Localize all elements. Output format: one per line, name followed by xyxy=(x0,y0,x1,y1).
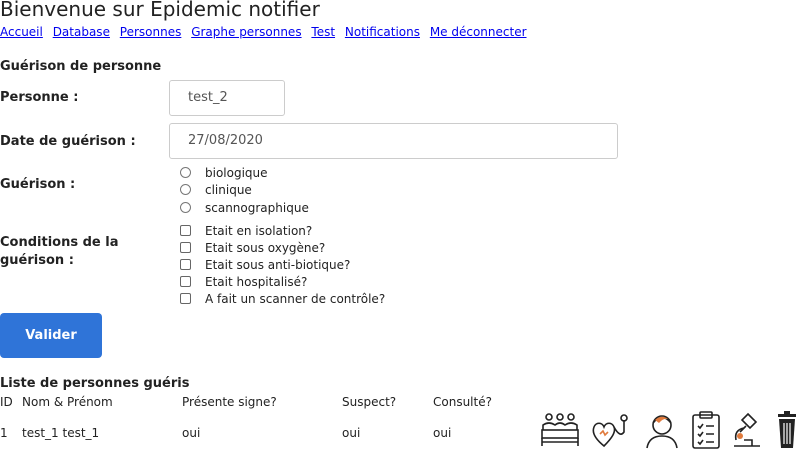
checkbox[interactable] xyxy=(180,293,191,304)
radio-button[interactable] xyxy=(180,167,191,178)
checkbox-option-hospitalise[interactable]: Etait hospitalisé? xyxy=(179,274,307,291)
personne-label: Personne : xyxy=(0,90,79,105)
radio-option-scannographique[interactable]: scannographique xyxy=(179,200,309,217)
conditions-label-line2: guérison : xyxy=(0,253,74,268)
cell-id: 1 xyxy=(0,426,8,440)
submit-button[interactable]: Valider xyxy=(0,313,102,358)
conditions-label-line1: Conditions de la xyxy=(0,235,119,250)
nav-link-database[interactable]: Database xyxy=(53,25,110,39)
hospital-beds-icon[interactable] xyxy=(539,410,581,450)
nav-link-accueil[interactable]: Accueil xyxy=(0,25,43,39)
radio-label: clinique xyxy=(205,183,252,197)
list-title: Liste de personnes guéris xyxy=(0,376,190,391)
clipboard-checklist-icon[interactable] xyxy=(690,410,722,450)
radio-option-clinique[interactable]: clinique xyxy=(179,182,252,199)
microscope-icon[interactable] xyxy=(730,410,766,450)
radio-button[interactable] xyxy=(180,184,191,195)
nav-link-personnes[interactable]: Personnes xyxy=(120,25,182,39)
date-label: Date de guérison : xyxy=(0,134,136,149)
nav-link-graphe-personnes[interactable]: Graphe personnes xyxy=(191,25,301,39)
checkbox-option-antibiotique[interactable]: Etait sous anti-biotique? xyxy=(179,257,350,274)
column-header-id: ID xyxy=(0,395,13,409)
nav-link-notifications[interactable]: Notifications xyxy=(345,25,420,39)
column-header-suspect: Suspect? xyxy=(342,395,397,409)
checkbox-option-scanner[interactable]: A fait un scanner de contrôle? xyxy=(179,291,385,308)
checkbox[interactable] xyxy=(180,276,191,287)
personne-field[interactable]: test_2 test_2 xyxy=(169,80,285,139)
nav-bar: Accueil Database Personnes Graphe person… xyxy=(0,25,533,39)
guerison-label: Guérison : xyxy=(0,177,76,192)
cell-suspect: oui xyxy=(342,426,361,440)
date-field[interactable]: 27/08/2020 xyxy=(169,123,618,159)
page-title: Bienvenue sur Epidemic notifier xyxy=(0,0,320,21)
column-header-name: Nom & Prénom xyxy=(22,395,113,409)
heart-stethoscope-icon[interactable] xyxy=(590,410,632,450)
checkbox[interactable] xyxy=(180,242,191,253)
checkbox[interactable] xyxy=(180,225,191,236)
checkbox[interactable] xyxy=(180,259,191,270)
checkbox-label: Etait sous anti-biotique? xyxy=(205,258,351,272)
radio-label: scannographique xyxy=(205,201,309,215)
checkbox-option-isolation[interactable]: Etait en isolation? xyxy=(179,223,312,240)
cell-name: test_1 test_1 xyxy=(22,426,100,440)
cell-signe: oui xyxy=(182,426,201,440)
patient-icon[interactable] xyxy=(641,410,683,450)
checkbox-option-oxygene[interactable]: Etait sous oxygène? xyxy=(179,240,325,257)
radio-label: biologique xyxy=(205,166,268,180)
checkbox-label: Etait sous oxygène? xyxy=(205,241,326,255)
checkbox-label: Etait en isolation? xyxy=(205,224,313,238)
radio-button[interactable] xyxy=(180,202,191,213)
column-header-signe: Présente signe? xyxy=(182,395,277,409)
checkbox-label: A fait un scanner de contrôle? xyxy=(205,292,386,306)
column-header-consulte: Consulté? xyxy=(433,395,492,409)
nav-link-logout[interactable]: Me déconnecter xyxy=(430,25,527,39)
cell-consulte: oui xyxy=(433,426,452,440)
checkbox-label: Etait hospitalisé? xyxy=(205,275,308,289)
trash-icon[interactable] xyxy=(776,410,798,450)
form-section-title: Guérison de personne xyxy=(0,59,162,74)
radio-option-biologique[interactable]: biologique xyxy=(179,165,268,182)
nav-link-test[interactable]: Test xyxy=(311,25,335,39)
